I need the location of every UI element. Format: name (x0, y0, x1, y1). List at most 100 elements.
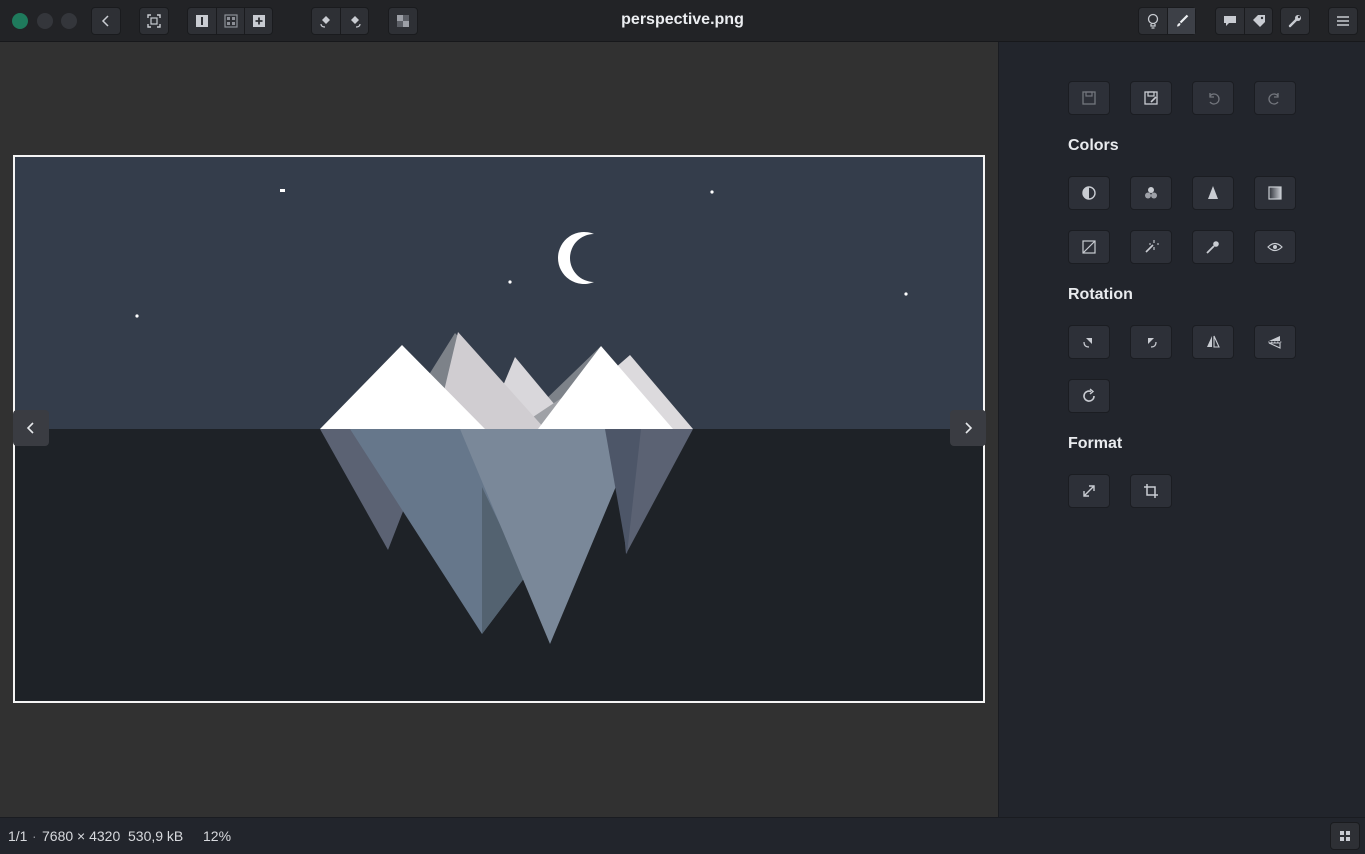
transparency-button[interactable] (389, 8, 417, 34)
magic-wand-icon (1145, 240, 1159, 253)
star (508, 280, 512, 284)
channels-icon (1145, 187, 1157, 199)
separator-dot: · (32, 828, 37, 844)
star (135, 314, 139, 318)
thumbnails-button[interactable] (1331, 823, 1359, 849)
zoom-level[interactable]: 12% (203, 828, 231, 844)
rotate-left-icon (320, 16, 330, 28)
image-viewer-window: perspective.png Colors Rotation Format 1… (0, 0, 1365, 854)
flip-vertical-button[interactable] (1254, 325, 1296, 359)
annotate-group (1215, 7, 1273, 35)
checkerboard-icon (397, 15, 409, 27)
image-viewport[interactable] (0, 42, 998, 817)
rotate-left-button[interactable] (312, 8, 340, 34)
save-button[interactable] (1068, 81, 1110, 115)
brush-button[interactable] (1167, 8, 1195, 34)
sharpen-icon (1208, 186, 1218, 199)
single-view-button[interactable] (188, 8, 216, 34)
menu-group (1328, 7, 1358, 35)
window-minimize-button[interactable] (37, 13, 53, 29)
star (710, 190, 714, 194)
comment-icon (1224, 16, 1236, 26)
gradient-button[interactable] (1254, 176, 1296, 210)
contrast-button[interactable] (1068, 176, 1110, 210)
flip-vertical-icon (1268, 336, 1282, 349)
rotation-section-title: Rotation (1068, 286, 1133, 303)
image-canvas[interactable] (13, 155, 985, 703)
eyedropper-button[interactable] (1192, 230, 1234, 264)
image-filesize: 530,9 kB (128, 828, 184, 844)
rotate-left-icon (1083, 338, 1092, 348)
view-group (187, 7, 273, 35)
gradient-icon (1268, 186, 1282, 200)
mode-group (1138, 7, 1196, 35)
fit-icon (147, 14, 161, 28)
redo-button[interactable] (1254, 81, 1296, 115)
rotate-right-tool-button[interactable] (1130, 325, 1172, 359)
grid-icon (1340, 831, 1350, 841)
chevron-left-icon (26, 422, 34, 434)
status-bar: 1/1 · 7680 × 4320 · 530,9 kB 12% (0, 817, 1365, 854)
resize-button[interactable] (1068, 474, 1110, 508)
view-button[interactable] (1254, 230, 1296, 264)
chevron-left-icon (101, 15, 109, 27)
refresh-icon (1083, 388, 1095, 402)
curves-button[interactable] (1068, 230, 1110, 264)
save-icon (1082, 91, 1096, 105)
undo-icon (1209, 93, 1220, 105)
previous-image-button[interactable] (13, 410, 49, 446)
fit-group (139, 7, 169, 35)
wrench-button[interactable] (1281, 8, 1309, 34)
fit-to-window-button[interactable] (140, 8, 168, 34)
rotate-right-button[interactable] (340, 8, 368, 34)
flip-horizontal-icon (1207, 335, 1220, 348)
header-bar: perspective.png (0, 0, 1365, 42)
tools-group (1280, 7, 1310, 35)
gallery-icon (223, 14, 238, 28)
brush-icon (1176, 14, 1188, 27)
rotate-free-button[interactable] (1068, 379, 1110, 413)
hamburger-menu-icon (1337, 16, 1349, 26)
thumbnails-group (1330, 822, 1360, 850)
star (280, 189, 285, 192)
rotate-group (311, 7, 369, 35)
gallery-view-button[interactable] (216, 8, 244, 34)
redo-icon (1268, 93, 1279, 105)
window-maximize-button[interactable] (61, 13, 77, 29)
crop-button[interactable] (1130, 474, 1172, 508)
save-as-button[interactable] (1130, 81, 1172, 115)
lightbulb-button[interactable] (1139, 8, 1167, 34)
add-button[interactable] (244, 8, 272, 34)
menu-button[interactable] (1329, 8, 1357, 34)
channels-button[interactable] (1130, 176, 1172, 210)
image-index: 1/1 (8, 828, 28, 844)
sharpen-button[interactable] (1192, 176, 1234, 210)
rotate-left-tool-button[interactable] (1068, 325, 1110, 359)
comment-button[interactable] (1216, 8, 1244, 34)
window-close-button[interactable] (12, 13, 28, 29)
edit-sidebar: Colors Rotation Format (998, 42, 1365, 817)
star (904, 292, 908, 296)
separator-dot: · (117, 828, 122, 844)
undo-button[interactable] (1192, 81, 1234, 115)
curves-icon (1082, 240, 1096, 254)
back-group (91, 7, 121, 35)
single-view-icon (196, 15, 208, 27)
back-button[interactable] (92, 8, 120, 34)
save-as-icon (1144, 91, 1158, 105)
contrast-icon (1082, 186, 1096, 200)
format-section-title: Format (1068, 435, 1123, 452)
iceberg-illustration (15, 157, 983, 701)
wrench-icon (1288, 15, 1301, 28)
rotate-right-icon (1148, 338, 1157, 348)
eyedropper-icon (1206, 241, 1219, 254)
auto-enhance-button[interactable] (1130, 230, 1172, 264)
transparency-group (388, 7, 418, 35)
chevron-right-icon (965, 422, 973, 434)
rotate-right-icon (350, 16, 361, 28)
next-image-button[interactable] (950, 410, 986, 446)
flip-horizontal-button[interactable] (1192, 325, 1234, 359)
crop-icon (1144, 484, 1158, 498)
tag-button[interactable] (1244, 8, 1272, 34)
tag-icon (1252, 15, 1265, 27)
